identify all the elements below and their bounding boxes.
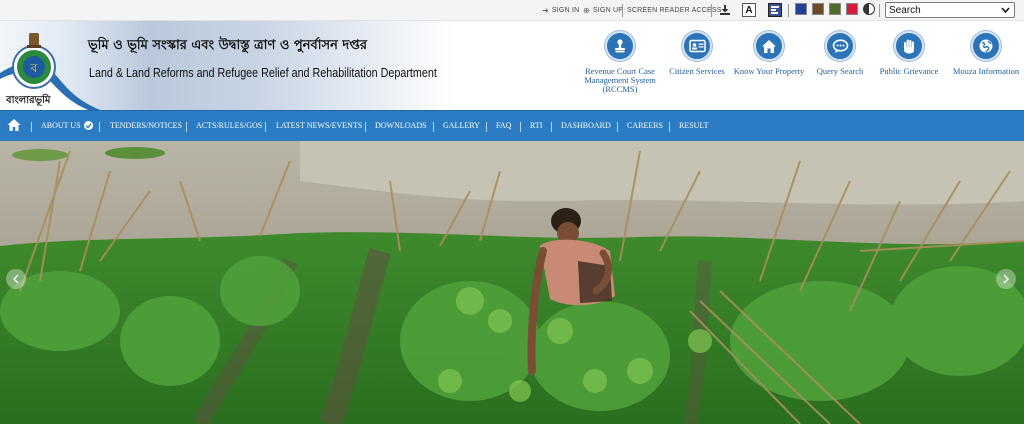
contrast-toggle-icon[interactable] <box>863 3 875 15</box>
nav-divider <box>486 122 487 132</box>
quick-link-label: Query Search <box>816 66 864 76</box>
nav-item-label: TENDERS/NOTICES <box>110 121 182 130</box>
divider <box>622 4 623 17</box>
divider <box>788 4 789 17</box>
nav-item-tenders-notices[interactable]: TENDERS/NOTICES <box>110 121 182 130</box>
nav-item-label: ACTS/RULES/GOS <box>196 121 263 130</box>
nav-item-label: LATEST NEWS/EVENTS <box>276 121 363 130</box>
quick-link-circle <box>754 31 784 61</box>
sign-up-icon: ⊕ <box>583 5 590 15</box>
nav-item-acts-rules-gos[interactable]: ACTS/RULES/GOS <box>196 121 262 130</box>
font-size-button[interactable]: A <box>742 3 756 17</box>
slider-prev-button[interactable] <box>6 269 26 289</box>
chevron-left-icon <box>12 274 19 284</box>
quick-link-label: Revenue Court Case Management System (RC… <box>584 66 656 94</box>
divider <box>879 4 880 17</box>
stamp-icon <box>615 39 625 53</box>
screen-reader-link[interactable]: SCREEN READER ACCESS <box>627 3 722 17</box>
nav-item-label: ABOUT US <box>41 121 81 130</box>
download-icon <box>720 5 730 15</box>
nav-divider <box>669 122 670 132</box>
nav-item-label: RTI <box>530 121 543 130</box>
download-button[interactable] <box>718 3 732 17</box>
quick-link-rccms[interactable]: Revenue Court Case Management System (RC… <box>582 31 658 94</box>
theme-swatch-brown[interactable] <box>812 3 824 15</box>
nav-item-label: FAQ <box>496 121 512 130</box>
nav-divider <box>186 122 187 132</box>
nav-divider <box>365 122 366 132</box>
quick-link-circle <box>971 31 1001 61</box>
nav-item-result[interactable]: RESULT <box>679 121 709 130</box>
nav-item-label: GALLERY <box>443 121 480 130</box>
sign-in-icon: ➜ <box>542 5 549 15</box>
brand-name-bengali: বাংলারভূমি <box>6 95 51 106</box>
divider <box>711 4 712 17</box>
sign-in-link[interactable]: ➜ SIGN IN <box>542 3 579 17</box>
quick-link-know-your-property[interactable]: Know Your Property <box>734 31 804 76</box>
sitemap-icon <box>771 6 779 14</box>
theme-swatch-blue[interactable] <box>795 3 807 15</box>
nav-divider <box>99 122 100 132</box>
chat-icon <box>832 38 848 53</box>
site-header: ব ভূমি ও ভূমি সংস্কার এবং উদ্বাস্তু ত্রা… <box>0 21 1024 110</box>
nav-item-faq[interactable]: FAQ <box>496 121 511 130</box>
theme-swatch-green[interactable] <box>829 3 841 15</box>
search-select[interactable]: Search <box>885 2 1015 18</box>
nav-item-label: DOWNLOADS <box>375 121 427 130</box>
nav-item-latest-news-events[interactable]: LATEST NEWS/EVENTS <box>276 121 362 130</box>
font-size-label: A <box>745 4 753 16</box>
sign-up-label: SIGN UP <box>592 6 624 14</box>
nav-item-label: DASHBOARD <box>561 121 611 130</box>
quick-link-label: Mouza Information <box>952 66 1020 76</box>
quick-link-circle <box>825 31 855 61</box>
svg-text:ব: ব <box>30 61 38 75</box>
slider-next-button[interactable] <box>996 269 1016 289</box>
globe-icon <box>979 39 993 53</box>
quick-link-mouza-information[interactable]: Mouza Information <box>951 31 1021 76</box>
quick-link-circle <box>605 31 635 61</box>
nav-item-careers[interactable]: CAREERS <box>627 121 663 130</box>
utility-bar: ➜ SIGN IN ⊕ SIGN UP SCREEN READER ACCESS… <box>0 0 1024 21</box>
sign-up-link[interactable]: ⊕ SIGN UP <box>583 3 623 17</box>
screen-reader-label: SCREEN READER ACCESS <box>627 6 722 14</box>
nav-item-rti[interactable]: RTI <box>530 121 542 130</box>
quick-link-public-grievance[interactable]: Public Grievance <box>878 31 940 76</box>
department-title-bengali: ভূমি ও ভূমি সংস্কার এবং উদ্বাস্তু ত্রাণ … <box>88 38 368 53</box>
chevron-right-icon <box>1003 274 1010 284</box>
nav-divider <box>520 122 521 132</box>
nav-divider <box>31 122 32 132</box>
quick-link-circle <box>894 31 924 61</box>
nav-divider <box>265 122 266 132</box>
theme-swatch-red[interactable] <box>846 3 858 15</box>
nav-divider <box>433 122 434 132</box>
sign-in-label: SIGN IN <box>551 6 580 14</box>
sitemap-button[interactable] <box>768 3 782 17</box>
quick-link-label: Public Grievance <box>879 66 939 76</box>
main-navigation: ABOUT US TENDERS/NOTICES ACTS/RULES/GOS … <box>0 110 1024 141</box>
nav-item-label: RESULT <box>679 121 709 130</box>
department-banner: ব ভূমি ও ভূমি সংস্কার এবং উদ্বাস্তু ত্রা… <box>0 21 455 110</box>
home-icon <box>762 39 776 53</box>
id-card-icon <box>688 39 706 53</box>
nav-item-gallery[interactable]: GALLERY <box>443 121 480 130</box>
chevron-down-icon <box>1001 7 1010 14</box>
check-icon <box>83 121 93 130</box>
hero-slider <box>0 141 1024 424</box>
nav-item-label: CAREERS <box>627 121 664 130</box>
search-select-value: Search <box>889 4 921 16</box>
department-title-english: Land & Land Reforms and Refugee Relief a… <box>89 66 437 80</box>
home-icon[interactable] <box>7 118 21 132</box>
quick-link-label: Citizen Services <box>669 66 725 76</box>
nav-divider <box>551 122 552 132</box>
quick-link-citizen-services[interactable]: Citizen Services <box>664 31 730 76</box>
nav-item-downloads[interactable]: DOWNLOADS <box>375 121 427 130</box>
nav-item-dashboard[interactable]: DASHBOARD <box>561 121 611 130</box>
nav-item-about-us[interactable]: ABOUT US <box>41 121 93 130</box>
nav-divider <box>617 122 618 132</box>
quick-link-query-search[interactable]: Query Search <box>813 31 867 76</box>
quick-link-label: Know Your Property <box>733 66 805 76</box>
hand-icon <box>904 39 914 54</box>
hero-image <box>0 141 1024 424</box>
quick-link-circle <box>682 31 712 61</box>
